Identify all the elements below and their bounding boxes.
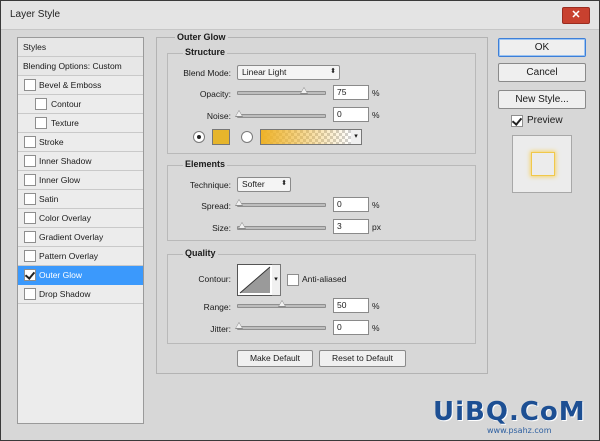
inner-glow-checkbox[interactable] (24, 174, 36, 186)
layer-style-dialog: Layer Style ✕ Styles Blending Options: C… (0, 0, 600, 441)
technique-select[interactable]: Softer ⬍ (237, 177, 291, 192)
opacity-unit: % (372, 88, 380, 98)
noise-unit: % (372, 110, 380, 120)
anti-aliased-checkbox[interactable] (287, 274, 299, 286)
technique-label: Technique: (189, 180, 231, 190)
blend-mode-select[interactable]: Linear Light ⬍ (237, 65, 340, 80)
gradient-dropdown-arrow[interactable]: ▾ (351, 129, 362, 145)
quality-title: Quality (183, 248, 218, 258)
color-overlay-checkbox[interactable] (24, 212, 36, 224)
glow-gradient-picker[interactable] (260, 129, 352, 145)
title-bar: Layer Style ✕ (1, 1, 599, 30)
watermark: UiBQ.CoM (433, 397, 586, 427)
jitter-input[interactable]: 0 (333, 320, 369, 335)
spread-slider-handle[interactable] (235, 199, 243, 206)
solid-color-radio[interactable] (193, 131, 205, 143)
spread-unit: % (372, 200, 380, 210)
contour-dropdown-arrow[interactable]: ▾ (272, 264, 281, 296)
style-item-stroke[interactable]: Stroke (18, 133, 143, 152)
opacity-label: Opacity: (199, 89, 231, 99)
style-item-bevel-emboss[interactable]: Bevel & Emboss (18, 76, 143, 95)
range-label: Range: (203, 302, 231, 312)
range-unit: % (372, 301, 380, 311)
satin-checkbox[interactable] (24, 193, 36, 205)
opacity-input[interactable]: 75 (333, 85, 369, 100)
contour-picker[interactable] (237, 264, 273, 296)
jitter-slider[interactable] (235, 322, 326, 330)
range-slider[interactable] (237, 300, 326, 308)
outer-glow-title: Outer Glow (175, 32, 228, 42)
contour-label: Contour: (198, 274, 231, 284)
size-input[interactable]: 3 (333, 219, 369, 234)
chevron-updown-icon: ⬍ (281, 180, 287, 187)
style-item-pattern-overlay[interactable]: Pattern Overlay (18, 247, 143, 266)
style-item-contour[interactable]: Contour (18, 95, 143, 114)
style-item-drop-shadow[interactable]: Drop Shadow (18, 285, 143, 304)
opacity-slider-handle[interactable] (300, 87, 308, 94)
styles-list: Styles Blending Options: Custom Bevel & … (17, 37, 144, 424)
style-item-outer-glow[interactable]: Outer Glow (18, 266, 143, 285)
style-item-color-overlay[interactable]: Color Overlay (18, 209, 143, 228)
noise-slider[interactable] (235, 110, 326, 118)
elements-title: Elements (183, 159, 228, 169)
noise-input[interactable]: 0 (333, 107, 369, 122)
watermark-url: www.psahz.com (487, 426, 552, 435)
stroke-checkbox[interactable] (24, 136, 36, 148)
blending-options-item[interactable]: Blending Options: Custom (18, 57, 143, 76)
range-input[interactable]: 50 (333, 298, 369, 313)
drop-shadow-checkbox[interactable] (24, 288, 36, 300)
pattern-overlay-checkbox[interactable] (24, 250, 36, 262)
preview-thumbnail (512, 135, 572, 193)
glow-color-swatch[interactable] (212, 129, 230, 145)
opacity-slider[interactable] (237, 87, 326, 95)
spread-slider[interactable] (235, 199, 326, 207)
texture-checkbox[interactable] (35, 117, 47, 129)
style-item-gradient-overlay[interactable]: Gradient Overlay (18, 228, 143, 247)
preview-label: Preview (527, 115, 563, 126)
structure-title: Structure (183, 47, 228, 57)
style-item-inner-shadow[interactable]: Inner Shadow (18, 152, 143, 171)
jitter-label: Jitter: (210, 324, 231, 334)
gradient-radio[interactable] (241, 131, 253, 143)
size-slider[interactable] (237, 222, 326, 230)
cancel-button[interactable]: Cancel (498, 63, 586, 82)
contour-checkbox[interactable] (35, 98, 47, 110)
new-style-button[interactable]: New Style... (498, 90, 586, 109)
preview-swatch (531, 152, 555, 176)
styles-header[interactable]: Styles (18, 38, 143, 57)
noise-slider-handle[interactable] (235, 110, 243, 117)
ok-button[interactable]: OK (498, 38, 586, 57)
jitter-unit: % (372, 323, 380, 333)
blend-mode-label: Blend Mode: (183, 68, 231, 78)
gradient-overlay-checkbox[interactable] (24, 231, 36, 243)
chevron-updown-icon: ⬍ (330, 68, 336, 75)
close-button[interactable]: ✕ (562, 7, 590, 24)
size-slider-handle[interactable] (238, 222, 246, 229)
make-default-button[interactable]: Make Default (237, 350, 313, 367)
noise-label: Noise: (206, 111, 231, 121)
dialog-title: Layer Style (10, 9, 61, 20)
contour-curve-icon (239, 266, 271, 294)
style-item-inner-glow[interactable]: Inner Glow (18, 171, 143, 190)
bevel-emboss-checkbox[interactable] (24, 79, 36, 91)
anti-aliased-label: Anti-aliased (302, 274, 347, 284)
outer-glow-checkbox[interactable] (24, 269, 36, 281)
size-label: Size: (212, 223, 231, 233)
reset-to-default-button[interactable]: Reset to Default (319, 350, 406, 367)
preview-checkbox[interactable] (511, 115, 523, 127)
size-unit: px (372, 222, 381, 232)
style-item-satin[interactable]: Satin (18, 190, 143, 209)
spread-input[interactable]: 0 (333, 197, 369, 212)
spread-label: Spread: (201, 201, 231, 211)
style-item-texture[interactable]: Texture (18, 114, 143, 133)
inner-shadow-checkbox[interactable] (24, 155, 36, 167)
range-slider-handle[interactable] (278, 300, 286, 307)
jitter-slider-handle[interactable] (235, 322, 243, 329)
